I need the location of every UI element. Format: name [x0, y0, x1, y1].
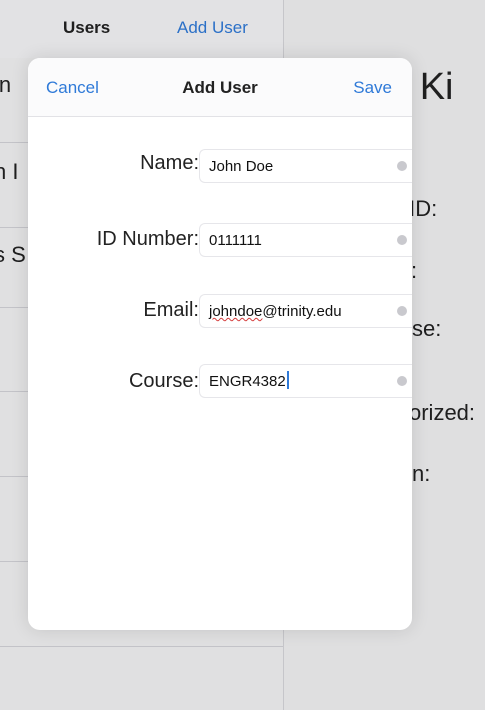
save-button[interactable]: Save: [353, 78, 392, 98]
name-field[interactable]: John Doe: [199, 149, 412, 183]
clear-icon[interactable]: [397, 161, 407, 171]
email-field-value-misspelled: johndoe: [209, 303, 263, 320]
id-number-field[interactable]: 0111111: [199, 223, 412, 257]
email-field-value-rest: @trinity.edu: [262, 303, 342, 320]
email-field[interactable]: johndoe@trinity.edu: [199, 294, 412, 328]
name-label: Name:: [140, 152, 199, 174]
course-label: Course:: [128, 370, 199, 392]
course-field[interactable]: ENGR4382: [199, 364, 412, 398]
id-number-field-value: 0111111: [209, 232, 262, 249]
clear-icon[interactable]: [397, 235, 407, 245]
name-field-value: John Doe: [209, 158, 274, 175]
id-number-label: ID Number:: [96, 228, 199, 250]
add-user-modal: Cancel Add User Save Name: John Doe ID N…: [28, 58, 412, 630]
clear-icon[interactable]: [397, 376, 407, 386]
clear-icon[interactable]: [397, 306, 407, 316]
modal-header: Cancel Add User Save: [28, 58, 412, 117]
course-field-value: ENGR4382: [209, 373, 286, 390]
text-cursor: [286, 371, 289, 389]
email-label: Email:: [143, 299, 199, 321]
